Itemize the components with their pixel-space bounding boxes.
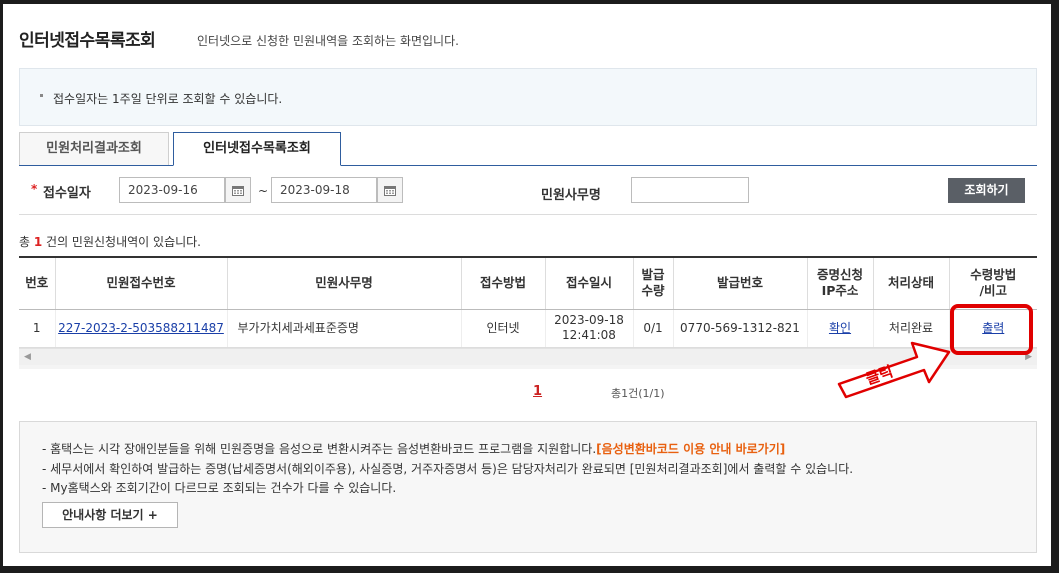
result-count-number: 1 <box>33 235 43 249</box>
search-button[interactable]: 조회하기 <box>948 178 1025 203</box>
cell-method: 인터넷 <box>460 309 545 348</box>
col-header-receipt-no: 민원접수번호 <box>54 256 227 310</box>
col-header-datetime: 접수일시 <box>544 256 633 310</box>
cell-issue-no: 0770-569-1312-821 <box>672 309 807 348</box>
end-date-input[interactable] <box>271 177 377 203</box>
calendar-icon <box>232 185 244 196</box>
scroll-left-icon[interactable]: ◀ <box>24 352 31 362</box>
cell-office-name: 부가가치세과세표준증명 <box>226 309 461 348</box>
page-frame: 인터넷접수목록조회 인터넷으로 신청한 민원내역을 조회하는 화면입니다. 접수… <box>3 4 1051 566</box>
click-annotation-text: 클릭 <box>863 362 895 388</box>
col-header-method: 접수방법 <box>460 256 545 310</box>
info-box: - 홈택스는 시각 장애인분들을 위해 민원증명을 음성으로 변환시켜주는 음성… <box>19 421 1037 553</box>
info-line-2: - 세무서에서 확인하여 발급하는 증명(납세증명서(해외이주용), 사실증명,… <box>42 462 854 476</box>
col-header-qty: 발급 수량 <box>632 256 673 310</box>
cell-receipt-no: 227-2023-2-503588211487 <box>54 309 227 348</box>
col-header-office-name: 민원사무명 <box>226 256 461 310</box>
end-calendar-button[interactable] <box>377 177 403 203</box>
cell-no: 1 <box>19 309 55 348</box>
info-line-3: - My홈택스와 조회기간이 다르므로 조회되는 건수가 다를 수 있습니다. <box>42 481 397 495</box>
click-arrow-icon: 클릭 <box>837 341 951 399</box>
col-header-no: 번호 <box>19 256 55 310</box>
result-count: 총 1 건의 민원신청내역이 있습니다. <box>19 235 201 249</box>
start-date-input[interactable] <box>119 177 225 203</box>
ip-confirm-link[interactable]: 확인 <box>829 321 851 335</box>
calendar-icon <box>384 185 396 196</box>
page-title: 인터넷접수목록조회 <box>19 31 156 51</box>
col-header-issue-no: 발급번호 <box>672 256 807 310</box>
col-header-receive: 수령방법/비고 <box>948 256 1037 310</box>
col-header-status: 처리상태 <box>872 256 949 310</box>
page-number-current[interactable]: 1 <box>533 384 542 399</box>
office-name-label: 민원사무명 <box>541 188 601 203</box>
page-subtitle: 인터넷으로 신청한 민원내역을 조회하는 화면입니다. <box>197 34 459 48</box>
bullet-icon <box>40 94 43 97</box>
start-calendar-button[interactable] <box>225 177 251 203</box>
date-label: 접수일자 <box>43 186 91 201</box>
required-mark: * <box>31 182 38 196</box>
info-line-1: - 홈택스는 시각 장애인분들을 위해 민원증명을 음성으로 변환시켜주는 음성… <box>42 442 786 456</box>
tab-internet-receipt-list[interactable]: 인터넷접수목록조회 <box>173 132 341 166</box>
cell-datetime: 2023-09-18 12:41:08 <box>544 309 633 348</box>
voice-barcode-link[interactable]: [음성변환바코드 이용 안내 바로가기] <box>596 442 785 456</box>
notice-box: 접수일자는 1주일 단위로 조회할 수 있습니다. <box>19 68 1037 126</box>
table-header-row: 번호 민원접수번호 민원사무명 접수방법 접수일시 발급 수량 발급번호 증명신청… <box>19 256 1037 310</box>
tab-result-inquiry[interactable]: 민원처리결과조회 <box>19 132 169 166</box>
office-name-input[interactable] <box>631 177 749 203</box>
more-info-button[interactable]: 안내사항 더보기 + <box>42 502 178 528</box>
page-info: 총1건(1/1) <box>611 387 665 400</box>
date-separator: ~ <box>258 184 269 198</box>
receipt-no-link[interactable]: 227-2023-2-503588211487 <box>58 321 224 335</box>
notice-text: 접수일자는 1주일 단위로 조회할 수 있습니다. <box>53 92 283 106</box>
cell-qty: 0/1 <box>632 309 673 348</box>
highlight-box <box>950 304 1033 355</box>
col-header-ip: 증명신청 IP주소 <box>806 256 873 310</box>
